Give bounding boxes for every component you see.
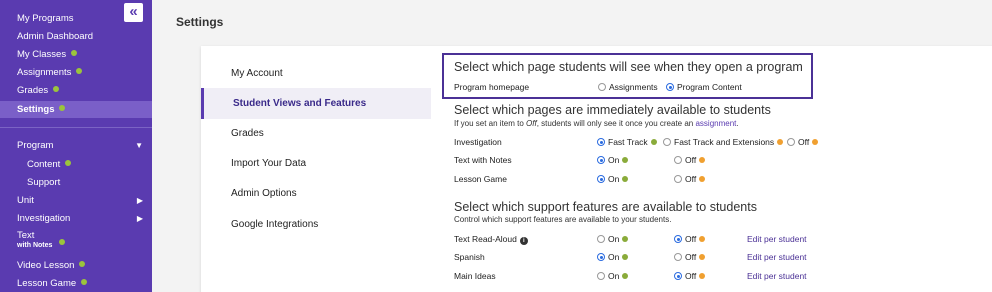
main-ideas-on[interactable]: On	[597, 271, 629, 281]
status-dot-icon	[65, 160, 72, 166]
spanish-on[interactable]: On	[597, 252, 629, 262]
nav-support[interactable]: Support	[0, 174, 152, 191]
nav-text-with-notes[interactable]: Text with Notes	[0, 229, 152, 251]
status-dot-icon	[81, 279, 88, 285]
investigation-fast-track[interactable]: Fast Track	[597, 137, 657, 147]
status-dot-icon	[59, 105, 66, 111]
radio-icon	[674, 253, 682, 261]
radio-icon	[787, 138, 795, 146]
row-label-text-read-aloud: Text Read-Aloud i	[454, 234, 528, 245]
radio-selected-icon	[674, 235, 682, 243]
page-title: Settings	[176, 15, 224, 29]
green-dot-icon	[622, 236, 629, 242]
status-dot-icon	[76, 68, 83, 74]
nav-content[interactable]: Content	[0, 156, 152, 173]
row-label-spanish: Spanish	[454, 252, 485, 262]
menu-google-integrations[interactable]: Google Integrations	[201, 209, 431, 240]
homepage-label: Program homepage	[454, 82, 530, 92]
green-dot-icon	[622, 157, 629, 163]
row-label-main-ideas: Main Ideas	[454, 271, 496, 281]
row-label-investigation: Investigation	[454, 137, 502, 147]
green-dot-icon	[622, 176, 629, 182]
text-notes-on[interactable]: On	[597, 155, 629, 165]
investigation-off[interactable]: Off	[787, 137, 819, 147]
settings-card: My Account Student Views and Features Gr…	[201, 46, 992, 292]
nav-investigation[interactable]: Investigation ▶	[0, 210, 152, 227]
radio-selected-icon	[597, 138, 605, 146]
lesson-game-off[interactable]: Off	[674, 174, 706, 184]
radio-selected-icon	[597, 175, 605, 183]
info-icon[interactable]: i	[519, 237, 528, 245]
orange-dot-icon	[699, 273, 706, 279]
availability-title: Select which pages are immediately avail…	[454, 103, 771, 117]
assignment-link[interactable]: assignment	[695, 119, 736, 128]
text-notes-off[interactable]: Off	[674, 155, 706, 165]
nav-program[interactable]: Program ▼	[0, 137, 152, 154]
nav-lesson-game[interactable]: Lesson Game	[0, 275, 152, 292]
orange-dot-icon	[812, 139, 819, 145]
orange-dot-icon	[699, 254, 706, 260]
edit-per-student-link[interactable]: Edit per student	[747, 271, 807, 281]
sidebar: « My Programs Admin Dashboard My Classes…	[0, 0, 152, 292]
status-dot-icon	[71, 50, 78, 56]
radio-icon	[674, 175, 682, 183]
homepage-option-assignments[interactable]: Assignments	[598, 82, 658, 92]
row-label-lesson-game: Lesson Game	[454, 174, 507, 184]
edit-per-student-link[interactable]: Edit per student	[747, 234, 807, 244]
menu-student-views[interactable]: Student Views and Features	[201, 88, 431, 119]
support-subtitle: Control which support features are avail…	[454, 215, 672, 224]
radio-icon	[597, 235, 605, 243]
status-dot-icon	[59, 239, 65, 245]
chevron-down-icon: ▼	[135, 141, 143, 150]
nav-settings[interactable]: Settings	[0, 101, 152, 118]
nav-video-lesson[interactable]: Video Lesson	[0, 257, 152, 274]
status-dot-icon	[79, 261, 86, 267]
chevron-right-icon: ▶	[136, 196, 143, 205]
orange-dot-icon	[777, 139, 784, 145]
nav-grades[interactable]: Grades	[0, 82, 152, 99]
radio-icon	[674, 156, 682, 164]
nav-my-programs[interactable]: My Programs	[0, 10, 152, 27]
green-dot-icon	[622, 254, 629, 260]
row-label-text-with-notes: Text with Notes	[454, 155, 512, 165]
status-dot-icon	[53, 86, 60, 92]
investigation-fast-track-extensions[interactable]: Fast Track and Extensions	[663, 137, 784, 147]
spanish-off[interactable]: Off	[674, 252, 706, 262]
homepage-title: Select which page students will see when…	[454, 60, 803, 74]
nav-assignments[interactable]: Assignments	[0, 64, 152, 81]
nav-admin-dashboard[interactable]: Admin Dashboard	[0, 28, 152, 45]
edit-per-student-link[interactable]: Edit per student	[747, 252, 807, 262]
availability-subtitle: If you set an item to Off, students will…	[454, 119, 739, 128]
nav-unit[interactable]: Unit ▶	[0, 192, 152, 209]
read-aloud-off[interactable]: Off	[674, 234, 706, 244]
radio-icon	[597, 272, 605, 280]
orange-dot-icon	[699, 176, 706, 182]
chevron-right-icon: ▶	[136, 214, 143, 223]
radio-selected-icon	[674, 272, 682, 280]
support-title: Select which support features are availa…	[454, 200, 757, 214]
lesson-game-on[interactable]: On	[597, 174, 629, 184]
radio-icon	[598, 83, 606, 91]
green-dot-icon	[650, 139, 657, 145]
green-dot-icon	[622, 273, 629, 279]
menu-admin-options[interactable]: Admin Options	[201, 178, 431, 209]
menu-import-data[interactable]: Import Your Data	[201, 148, 431, 179]
menu-grades[interactable]: Grades	[201, 118, 431, 149]
radio-selected-icon	[597, 156, 605, 164]
orange-dot-icon	[699, 236, 706, 242]
orange-dot-icon	[699, 157, 706, 163]
radio-selected-icon	[666, 83, 674, 91]
settings-content: Select which page students will see when…	[442, 46, 992, 292]
homepage-option-program-content[interactable]: Program Content	[666, 82, 742, 92]
menu-my-account[interactable]: My Account	[201, 58, 431, 89]
radio-icon	[663, 138, 671, 146]
main-ideas-off[interactable]: Off	[674, 271, 706, 281]
divider	[0, 127, 152, 128]
radio-selected-icon	[597, 253, 605, 261]
read-aloud-on[interactable]: On	[597, 234, 629, 244]
nav-my-classes[interactable]: My Classes	[0, 46, 152, 63]
